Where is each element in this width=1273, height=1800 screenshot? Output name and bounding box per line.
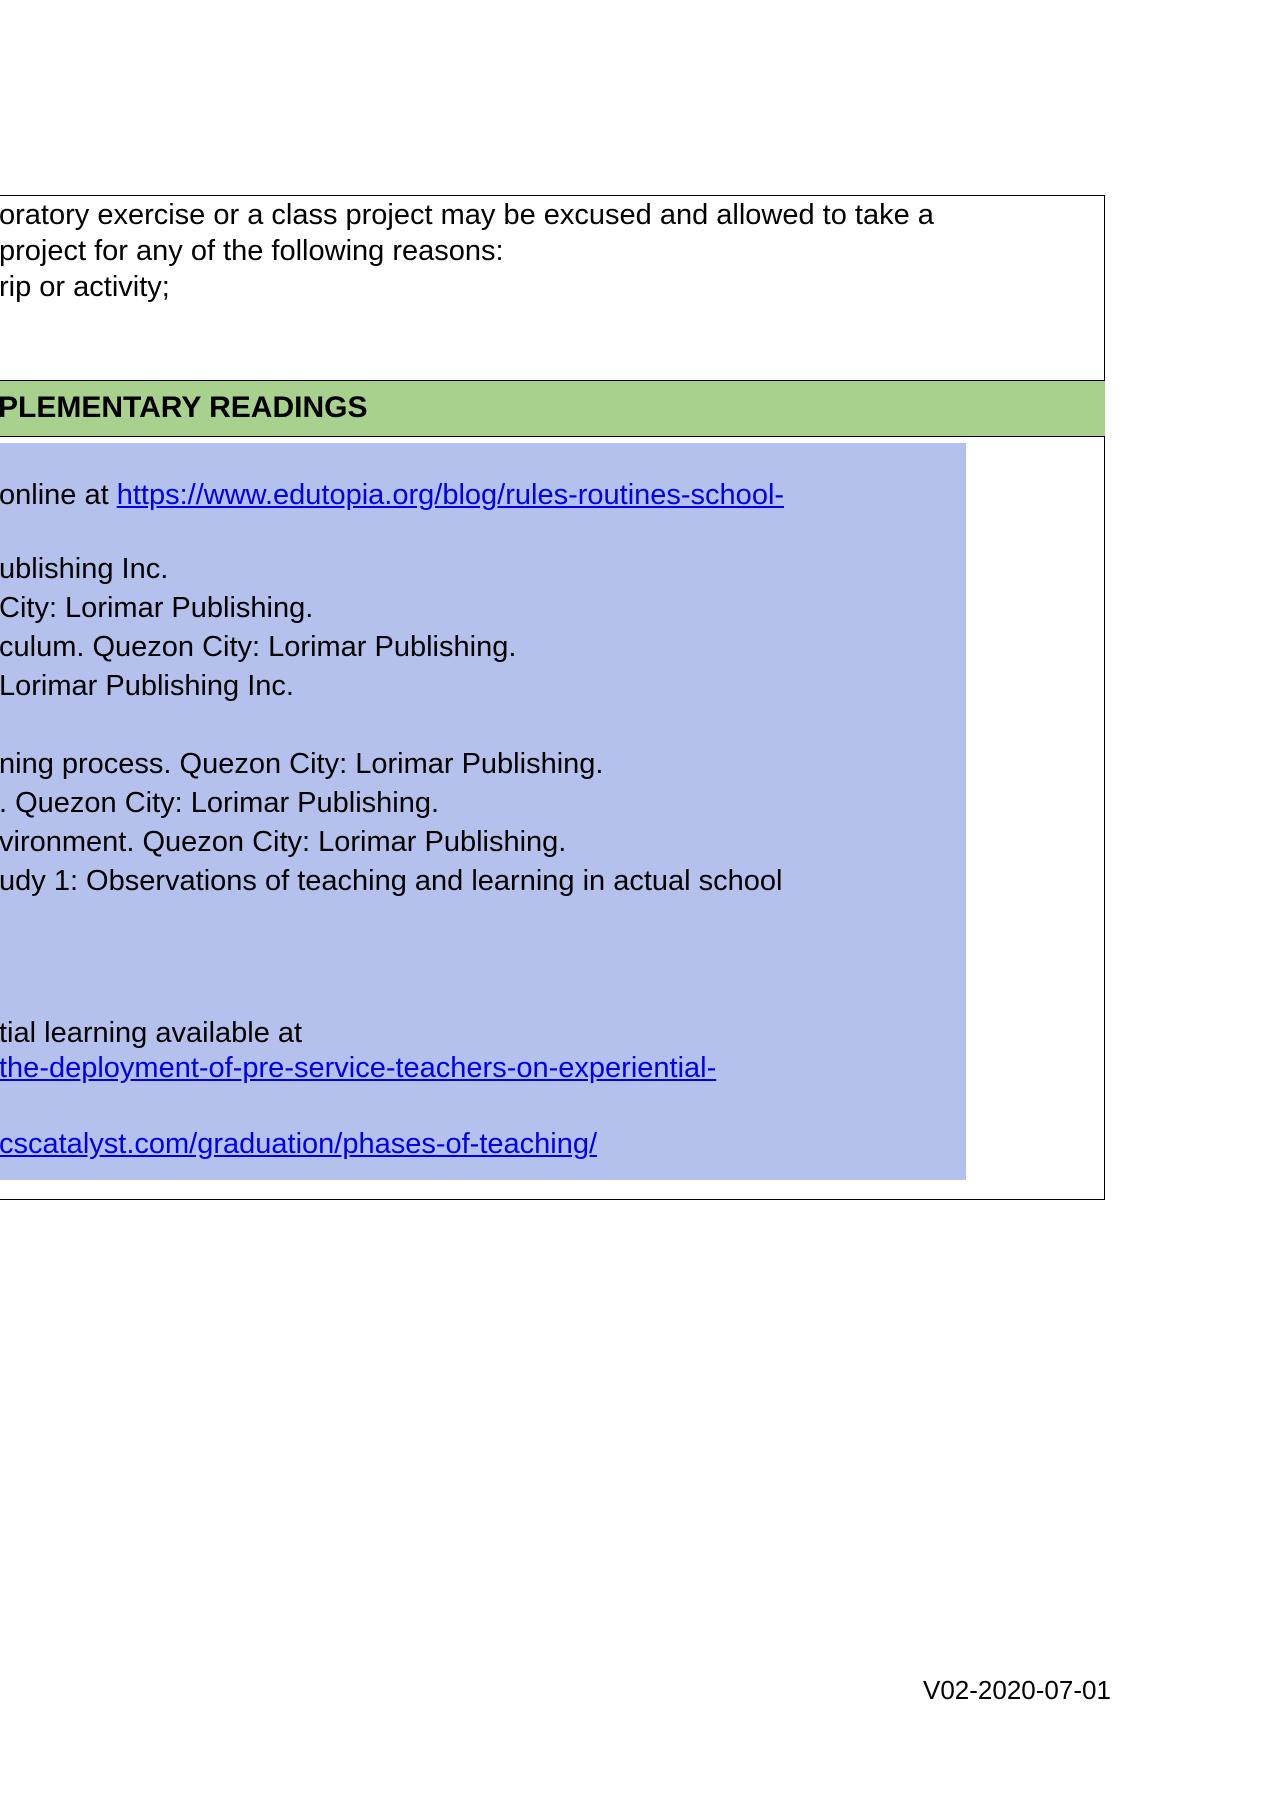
version-footer: V02-2020-07-01 bbox=[923, 1675, 1111, 1705]
policy-line-1: oratory exercise or a class project may … bbox=[0, 199, 934, 231]
reading-item-1: online at https://www.edutopia.org/blog/… bbox=[0, 478, 784, 512]
reading-item-1-text: online at bbox=[0, 479, 117, 511]
supplementary-readings-header: PLEMENTARY READINGS bbox=[0, 380, 1105, 437]
deployment-link[interactable]: the-deployment-of-pre-service-teachers-o… bbox=[0, 1051, 716, 1085]
reading-item-8: vironment. Quezon City: Lorimar Publishi… bbox=[0, 826, 567, 858]
edutopia-link[interactable]: https://www.edutopia.org/blog/rules-rout… bbox=[117, 479, 784, 511]
policy-line-2: project for any of the following reasons… bbox=[0, 235, 504, 267]
reading-item-10: tial learning available at bbox=[0, 1017, 303, 1049]
section-title: PLEMENTARY READINGS bbox=[0, 391, 368, 424]
reading-item-3: City: Lorimar Publishing. bbox=[0, 592, 314, 624]
reading-item-6: ning process. Quezon City: Lorimar Publi… bbox=[0, 748, 604, 780]
reading-item-4: culum. Quezon City: Lorimar Publishing. bbox=[0, 631, 517, 663]
reading-item-5: Lorimar Publishing Inc. bbox=[0, 670, 294, 702]
phases-of-teaching-link[interactable]: cscatalyst.com/graduation/phases-of-teac… bbox=[0, 1127, 597, 1161]
reading-item-2: ublishing Inc. bbox=[0, 553, 169, 585]
policy-line-3: rip or activity; bbox=[0, 271, 170, 303]
reading-item-7: . Quezon City: Lorimar Publishing. bbox=[0, 787, 440, 819]
reading-item-9: udy 1: Observations of teaching and lear… bbox=[0, 865, 783, 897]
